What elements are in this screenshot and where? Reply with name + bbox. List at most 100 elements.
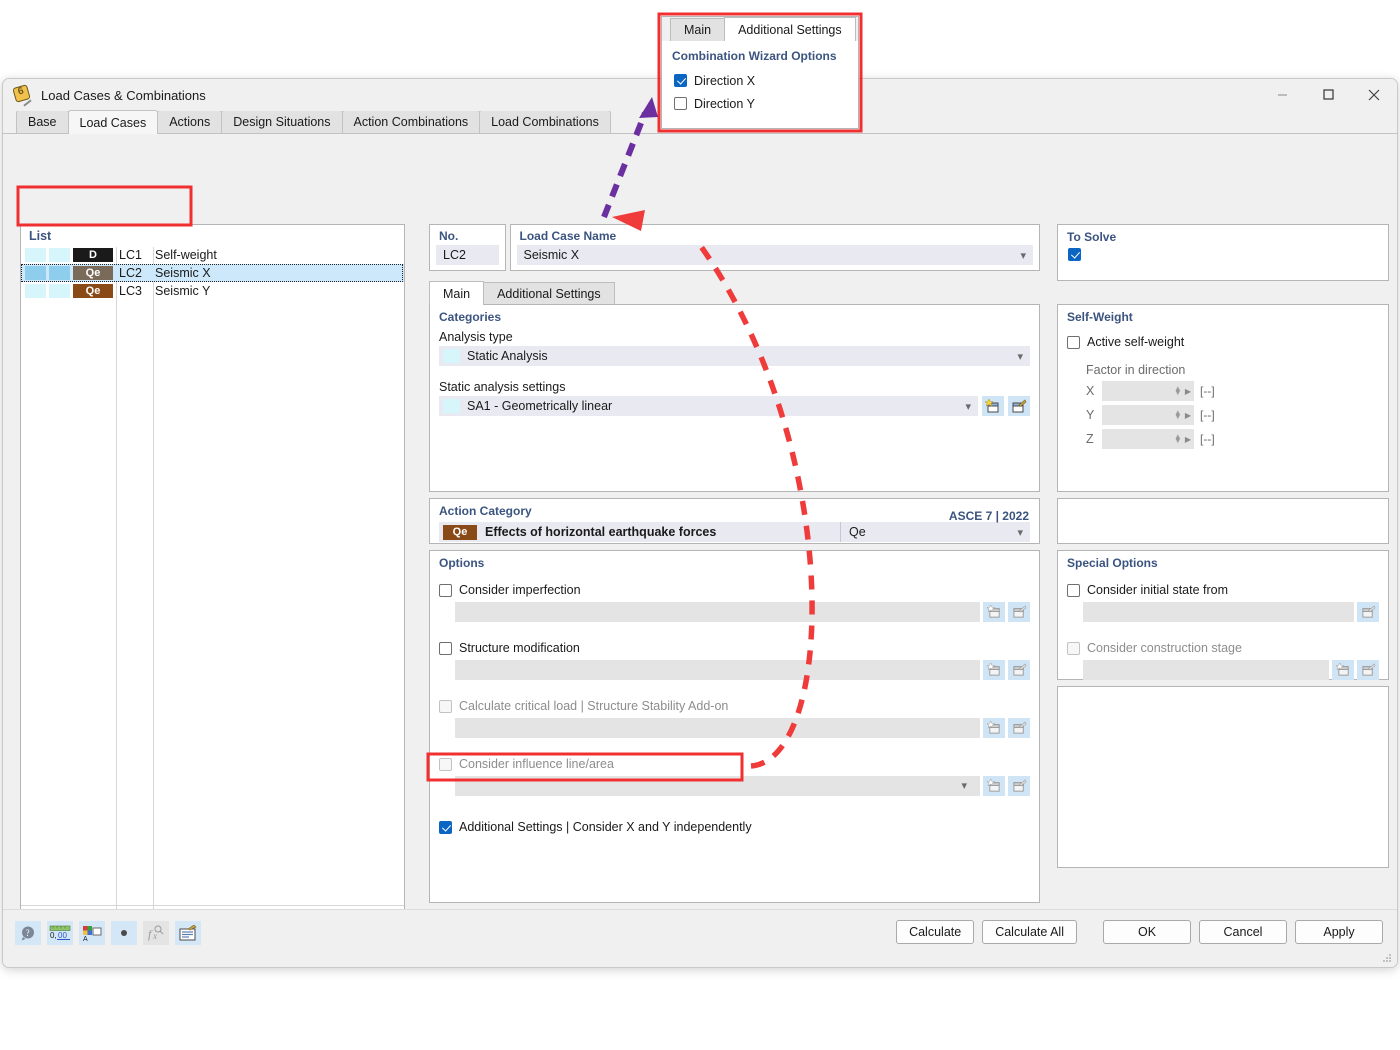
direction-y-row[interactable]: Direction Y: [662, 92, 858, 115]
new-structure-modification-icon[interactable]: [983, 660, 1005, 680]
self-weight-x-stepper[interactable]: ▲ ▼ ▶: [1102, 381, 1194, 401]
row-name: Self-weight: [155, 248, 217, 262]
edit-critical-load-icon: [1008, 718, 1030, 738]
consider-initial-state-checkbox[interactable]: [1067, 583, 1080, 597]
row-solve-cell[interactable]: [49, 248, 70, 262]
new-imperfection-icon[interactable]: [983, 602, 1005, 622]
calculate-button[interactable]: Calculate: [896, 920, 975, 944]
no-value[interactable]: LC2: [436, 245, 499, 265]
expand-arrow-icon[interactable]: ▶: [1185, 387, 1191, 396]
structure-modification-checkbox[interactable]: [439, 641, 452, 655]
apply-button[interactable]: Apply: [1295, 920, 1383, 944]
table-row[interactable]: Qe LC3 Seismic Y: [21, 282, 404, 300]
load-case-name-label: Load Case Name: [519, 229, 617, 243]
new-static-analysis-settings-icon[interactable]: [982, 396, 1004, 416]
consider-influence-line-label: Consider influence line/area: [459, 757, 614, 771]
consider-imperfection-row[interactable]: Consider imperfection: [430, 580, 1039, 600]
consider-initial-state-label: Consider initial state from: [1087, 583, 1229, 597]
tab-base[interactable]: Base: [16, 110, 69, 133]
popup-tab-main[interactable]: Main: [670, 18, 726, 41]
new-critical-load-icon: [983, 718, 1005, 738]
row-active-cell[interactable]: [25, 266, 46, 280]
cancel-button[interactable]: Cancel: [1199, 920, 1287, 944]
structure-modification-input[interactable]: [455, 660, 980, 680]
units-icon[interactable]: 0, 00: [47, 921, 73, 945]
analysis-type-label: Analysis type: [439, 330, 513, 344]
to-solve-checkbox[interactable]: [1068, 248, 1081, 261]
tab-load-combinations[interactable]: Load Combinations: [479, 110, 611, 133]
dot-icon[interactable]: [111, 921, 137, 945]
analysis-type-swatch: [443, 349, 460, 363]
minimize-button[interactable]: [1259, 79, 1305, 110]
options-card: Options Consider imperfection Structure …: [429, 550, 1040, 903]
popup-tab-additional-settings[interactable]: Additional Settings: [724, 17, 856, 41]
self-weight-y-stepper[interactable]: ▲ ▼ ▶: [1102, 405, 1194, 425]
consider-initial-state-row[interactable]: Consider initial state from: [1058, 580, 1388, 600]
chevron-down-icon[interactable]: ▾: [1017, 526, 1023, 539]
axis-x-label: X: [1086, 384, 1095, 398]
active-self-weight-checkbox[interactable]: [1067, 335, 1080, 349]
load-case-name-input[interactable]: Seismic X: [516, 245, 1033, 265]
analysis-type-dropdown[interactable]: Static Analysis ▾: [439, 346, 1030, 366]
direction-x-row[interactable]: Direction X: [662, 69, 858, 92]
close-button[interactable]: [1351, 79, 1397, 110]
tab-actions[interactable]: Actions: [157, 110, 223, 133]
popup-body: Combination Wizard Options Direction X D…: [662, 41, 858, 115]
tab-additional-settings[interactable]: Additional Settings: [483, 282, 615, 305]
row-number: LC3: [119, 284, 142, 298]
consider-construction-stage-row: Consider construction stage: [1058, 638, 1388, 658]
additional-settings-checkbox[interactable]: [439, 820, 452, 834]
calculate-critical-load-row: Calculate critical load | Structure Stab…: [430, 696, 1039, 716]
additional-settings-row[interactable]: Additional Settings | Consider X and Y i…: [430, 817, 1039, 837]
load-case-tag-icon: [12, 84, 33, 107]
table-row[interactable]: D LC1 Self-weight: [21, 246, 404, 264]
spinner-arrows-icon[interactable]: ▲ ▼: [1174, 385, 1182, 397]
self-weight-z-stepper[interactable]: ▲ ▼ ▶: [1102, 429, 1194, 449]
edit-static-analysis-settings-icon[interactable]: [1008, 396, 1030, 416]
load-case-header: No. LC2 Load Case Name Seismic X ▾: [429, 224, 1040, 271]
special-options-title: Special Options: [1067, 556, 1158, 570]
dialog-body: List D LC1 Self-weight Qe LC2 Seismic X …: [3, 135, 1397, 962]
maximize-button[interactable]: [1305, 79, 1351, 110]
expand-arrow-icon[interactable]: ▶: [1185, 411, 1191, 420]
detail-area: No. LC2 Load Case Name Seismic X ▾ To So…: [417, 224, 1389, 959]
direction-y-checkbox[interactable]: [674, 97, 687, 110]
ok-button[interactable]: OK: [1103, 920, 1191, 944]
svg-text:00: 00: [58, 931, 67, 940]
consider-imperfection-checkbox[interactable]: [439, 583, 452, 597]
edit-initial-state-icon[interactable]: [1357, 602, 1379, 622]
categories-title: Categories: [439, 310, 502, 324]
edit-imperfection-icon[interactable]: [1008, 602, 1030, 622]
row-active-cell[interactable]: [25, 284, 46, 298]
tab-design-situations[interactable]: Design Situations: [221, 110, 343, 133]
chevron-down-icon[interactable]: ▾: [1020, 249, 1026, 262]
edit-structure-modification-icon[interactable]: [1008, 660, 1030, 680]
info-icon[interactable]: ?: [15, 921, 41, 945]
graphics-icon[interactable]: A: [79, 921, 105, 945]
report-icon[interactable]: [175, 921, 201, 945]
structure-modification-row[interactable]: Structure modification: [430, 638, 1039, 658]
influence-line-dropdown: ▾: [455, 776, 980, 796]
action-category-card: Action Category ASCE 7 | 2022 Qe Effects…: [429, 498, 1040, 544]
tab-action-combinations[interactable]: Action Combinations: [341, 110, 481, 133]
active-self-weight-row[interactable]: Active self-weight: [1058, 332, 1388, 352]
direction-x-checkbox[interactable]: [674, 74, 687, 87]
row-solve-cell[interactable]: [49, 284, 70, 298]
imperfection-input[interactable]: [455, 602, 980, 622]
static-analysis-settings-dropdown[interactable]: SA1 - Geometrically linear ▾: [439, 396, 978, 416]
calculate-all-button[interactable]: Calculate All: [982, 920, 1077, 944]
edit-construction-stage-icon: [1357, 660, 1379, 680]
initial-state-input[interactable]: [1083, 602, 1354, 622]
calculate-critical-load-checkbox: [439, 699, 452, 713]
table-row[interactable]: Qe LC2 Seismic X: [21, 264, 404, 282]
expand-arrow-icon[interactable]: ▶: [1185, 435, 1191, 444]
tab-main[interactable]: Main: [429, 281, 485, 305]
row-solve-cell[interactable]: [49, 266, 70, 280]
structure-modification-field-group: [455, 660, 1030, 680]
tab-load-cases[interactable]: Load Cases: [67, 110, 159, 134]
spinner-arrows-icon[interactable]: ▲ ▼: [1174, 409, 1182, 421]
spinner-arrows-icon[interactable]: ▲ ▼: [1174, 433, 1182, 445]
row-category-badge: Qe: [73, 284, 113, 298]
row-active-cell[interactable]: [25, 248, 46, 262]
resize-grip-icon[interactable]: [1381, 952, 1393, 964]
